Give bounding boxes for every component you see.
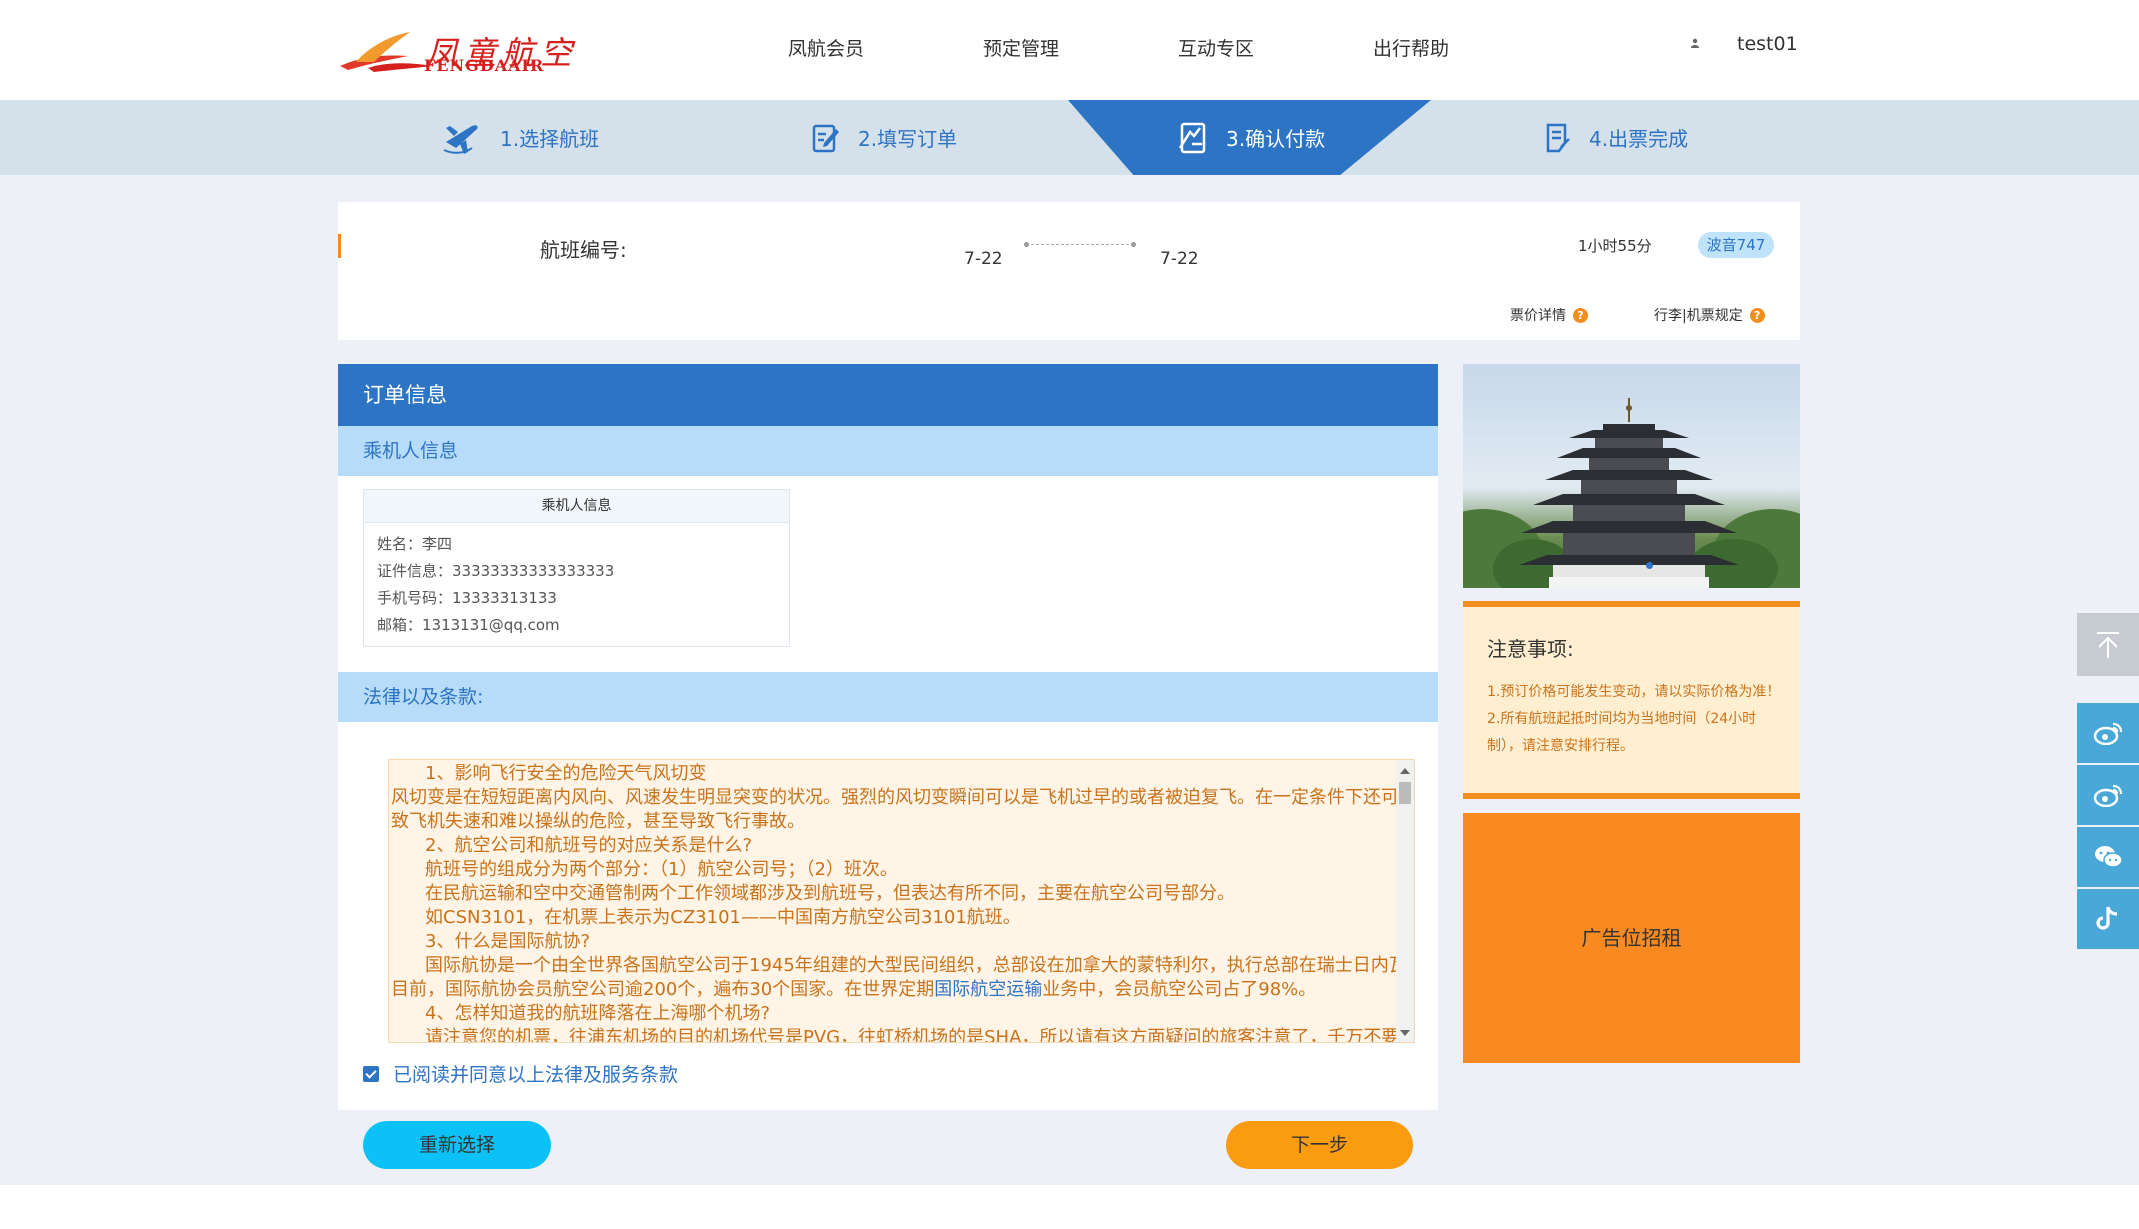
terms-line: 风切变是在短短距离内风向、风速发生明显突变的状况。强烈的风切变瞬间可以是飞机过早… [391, 787, 1415, 808]
booking-steps: 1.选择航班 2.填写订单 3.确认付款 4.出票完成 [0, 100, 2139, 175]
passenger-card-title: 乘机人信息 [364, 490, 789, 523]
terms-line: 如CSN3101，在机票上表示为CZ3101——中国南方航空公司3101航班。 [425, 907, 1021, 928]
terms-line: 请注意您的机票，往浦东机场的目的机场代号是PVG，往虹桥机场的是SHA，所以请有… [425, 1027, 1415, 1043]
next-step-button[interactable]: 下一步 [1226, 1121, 1413, 1169]
terms-line: 航班号的组成分为两个部分：（1）航空公司号；（2）班次。 [425, 859, 898, 880]
iata-link[interactable]: 国际航空运输 [934, 979, 1042, 1000]
tiktok-button[interactable] [2077, 889, 2139, 949]
wechat-button[interactable] [2077, 827, 2139, 887]
wechat-icon [2095, 846, 2123, 868]
nav-booking-management[interactable]: 预定管理 [983, 34, 1059, 61]
step-confirm-payment: 3.确认付款 [1178, 100, 1325, 175]
agree-terms-checkbox[interactable]: 已阅读并同意以上法律及服务条款 [363, 1060, 678, 1087]
fare-details-label: 票价详情 [1510, 308, 1566, 324]
step-label: 1.选择航班 [500, 127, 600, 151]
route-start-dot [1024, 242, 1029, 247]
terms-textarea[interactable]: 1、影响飞行安全的危险天气风切变 风切变是在短短距离内风向、风速发生明显突变的状… [388, 759, 1415, 1043]
promo-banner-image[interactable] [1463, 364, 1800, 588]
terms-text-segment: 目前，国际航协会员航空公司逾200个，遍布30个国家。在世界定期 [391, 979, 935, 1000]
checkbox-checked-icon[interactable] [363, 1065, 379, 1082]
pagoda-illustration [1463, 398, 1800, 588]
logo-english-text: FENGDAAIR [424, 56, 545, 75]
passenger-card: 乘机人信息 姓名：李四 证件信息：33333333333333333 手机号码：… [363, 489, 790, 647]
step-select-flight: 1.选择航班 [442, 100, 599, 175]
baggage-rules-label: 行李|机票规定 [1654, 308, 1743, 324]
plane-icon [443, 124, 478, 154]
tiktok-icon [2096, 906, 2118, 930]
flight-summary-card: 航班编号: 7-22 7-22 1小时55分 波音747 票价详情 ? 行李|机… [338, 202, 1800, 340]
agree-terms-label[interactable]: 已阅读并同意以上法律及服务条款 [393, 1060, 678, 1087]
step-fill-order: 2.填写订单 [812, 100, 957, 175]
fare-details-link[interactable]: 票价详情 ? [1510, 305, 1588, 325]
step-ticket-issued: 4.出票完成 [1545, 100, 1688, 175]
terms-line: 致飞机失速和难以操纵的危险，甚至导致飞行事故。 [391, 811, 805, 832]
flight-duration: 1小时55分 [1578, 237, 1652, 255]
route-end-dot [1131, 242, 1136, 247]
edit-form-icon [812, 124, 839, 152]
aircraft-badge: 波音747 [1698, 232, 1774, 258]
terms-line: 1、影响飞行安全的危险天气风切变 [425, 763, 707, 784]
passenger-phone: 手机号码：13333313133 [377, 589, 557, 607]
sign-document-icon [1178, 122, 1206, 153]
arrival-date: 7-22 [1160, 249, 1199, 269]
nav-interactive-zone[interactable]: 互动专区 [1178, 34, 1254, 61]
passenger-name: 姓名：李四 [377, 535, 453, 553]
order-panel: 订单信息 乘机人信息 乘机人信息 姓名：李四 证件信息：333333333333… [338, 364, 1438, 1110]
username[interactable]: test01 [1737, 33, 1798, 55]
terms-scrollbar[interactable] [1396, 760, 1414, 1042]
back-to-top-button[interactable] [2077, 613, 2139, 676]
brand-logo[interactable]: 凤童航空 FENGDAAIR [338, 28, 588, 75]
ticket-list-icon [1546, 123, 1570, 152]
top-header: 凤童航空 FENGDAAIR 凤航会员 预定管理 互动专区 出行帮助 test0… [0, 0, 2139, 100]
weibo-icon [2093, 784, 2123, 807]
passenger-email: 邮箱：1313131@qq.com [377, 616, 560, 634]
arrow-up-icon [2097, 631, 2119, 658]
user-icon[interactable] [1691, 38, 1699, 48]
route-line [1024, 242, 1136, 247]
step-label: 4.出票完成 [1589, 127, 1689, 151]
scroll-up-arrow-icon[interactable] [1400, 768, 1410, 774]
ad-space[interactable]: 广告位招租 [1463, 813, 1800, 1063]
step-label: 3.确认付款 [1226, 127, 1326, 151]
passenger-id: 证件信息：33333333333333333 [377, 562, 615, 580]
terms-text-segment: 业务中，会员航空公司占了98%。 [1042, 979, 1317, 1000]
notice-panel: 注意事项: 1.预订价格可能发生变动，请以实际价格为准！ 2.所有航班起抵时间均… [1463, 601, 1800, 799]
card-accent-bar [338, 234, 341, 258]
terms-content: 1、影响飞行安全的危险天气风切变 风切变是在短短距离内风向、风速发生明显突变的状… [389, 760, 1415, 1043]
terms-line: 国际航协是一个由全世界各国航空公司于1945年组建的大型民间组织，总部设在加拿大… [425, 955, 1415, 976]
weibo-icon [2093, 722, 2123, 745]
reselect-button[interactable]: 重新选择 [363, 1121, 551, 1169]
scroll-thumb[interactable] [1399, 782, 1411, 804]
notice-title: 注意事项: [1487, 637, 1574, 661]
order-title: 订单信息 [338, 364, 1438, 426]
terms-section-header: 法律以及条款: [338, 672, 1438, 722]
question-icon: ? [1573, 307, 1588, 323]
nav-travel-help[interactable]: 出行帮助 [1373, 34, 1449, 61]
terms-line: 2、航空公司和航班号的对应关系是什么? [425, 835, 753, 856]
departure-date: 7-22 [964, 249, 1003, 269]
bird-logo-icon [340, 32, 434, 72]
scroll-down-arrow-icon[interactable] [1400, 1030, 1410, 1036]
weibo-follow-button[interactable] [2077, 765, 2139, 825]
nav-member[interactable]: 凤航会员 [788, 34, 864, 61]
terms-line: 4、怎样知道我的航班降落在上海哪个机场? [425, 1003, 771, 1024]
passenger-section-header: 乘机人信息 [338, 426, 1438, 476]
flight-number-label: 航班编号: [540, 238, 627, 262]
terms-line: 3、什么是国际航协? [425, 931, 591, 952]
terms-line: 目前，国际航协会员航空公司逾200个，遍布30个国家。在世界定期国际航空运输业务… [391, 978, 1395, 1002]
baggage-rules-link[interactable]: 行李|机票规定 ? [1654, 305, 1765, 325]
terms-line: 在民航运输和空中交通管制两个工作领域都涉及到航班号，但表达有所不同，主要在航空公… [425, 883, 1235, 904]
notice-body: 1.预订价格可能发生变动，请以实际价格为准！ 2.所有航班起抵时间均为当地时间（… [1487, 684, 1781, 754]
carousel-indicator[interactable] [1646, 562, 1653, 569]
weibo-share-button[interactable] [2077, 703, 2139, 763]
question-icon: ? [1749, 307, 1765, 323]
step-label: 2.填写订单 [858, 127, 958, 151]
